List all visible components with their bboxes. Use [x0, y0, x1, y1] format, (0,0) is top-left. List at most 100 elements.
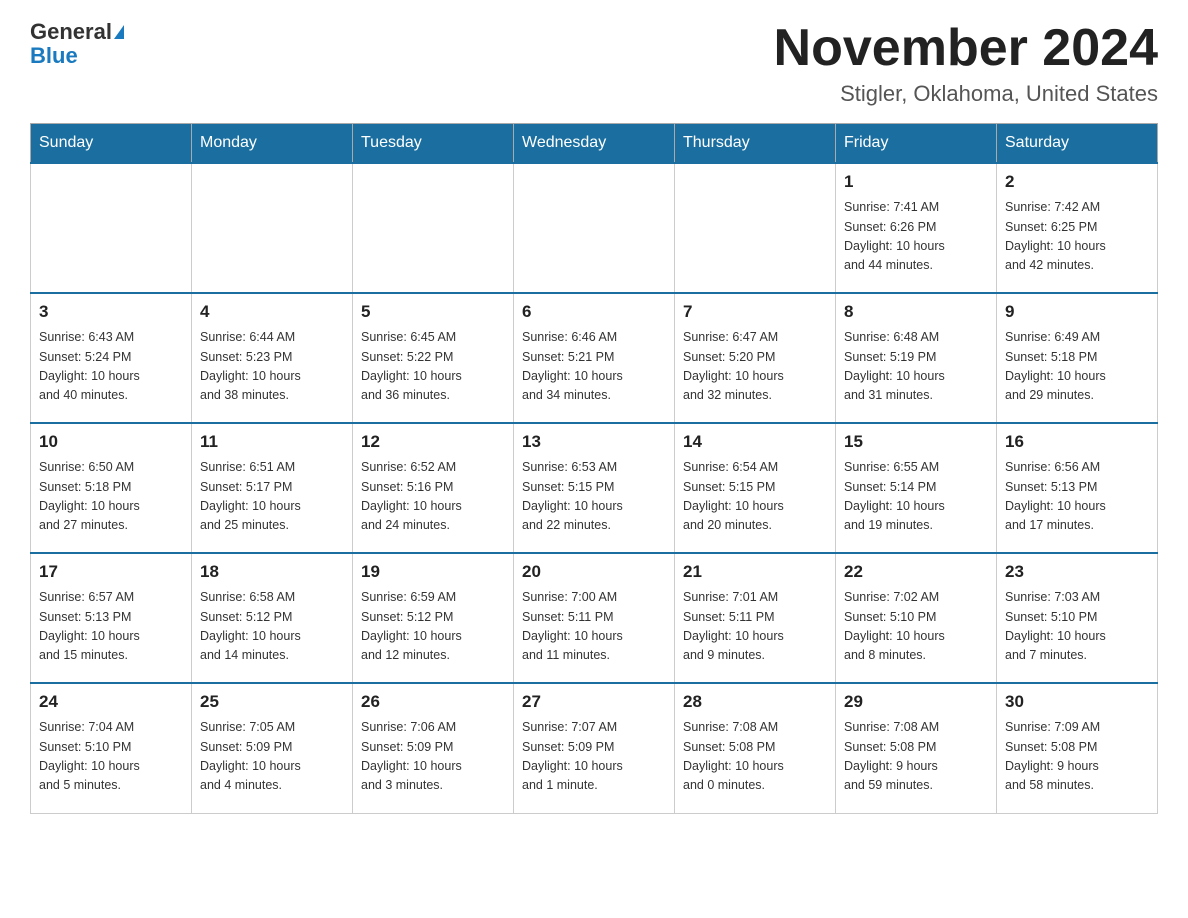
calendar-cell: 19 Sunrise: 6:59 AM Sunset: 5:12 PM Dayli… [353, 553, 514, 683]
day-number: 20 [522, 562, 666, 582]
week-row-4: 17 Sunrise: 6:57 AM Sunset: 5:13 PM Dayli… [31, 553, 1158, 683]
day-info: Sunrise: 7:01 AM Sunset: 5:11 PM Dayligh… [683, 588, 827, 666]
calendar-cell: 3 Sunrise: 6:43 AM Sunset: 5:24 PM Daylig… [31, 293, 192, 423]
calendar-table: SundayMondayTuesdayWednesdayThursdayFrid… [30, 123, 1158, 814]
calendar-cell: 7Sunrise: 6:47 AM Sunset: 5:20 PM Daylig… [675, 293, 836, 423]
day-info: Sunrise: 6:43 AM Sunset: 5:24 PM Dayligh… [39, 328, 183, 406]
day-info: Sunrise: 6:48 AM Sunset: 5:19 PM Dayligh… [844, 328, 988, 406]
day-info: Sunrise: 6:50 AM Sunset: 5:18 PM Dayligh… [39, 458, 183, 536]
day-info: Sunrise: 7:05 AM Sunset: 5:09 PM Dayligh… [200, 718, 344, 796]
week-row-3: 10 Sunrise: 6:50 AM Sunset: 5:18 PM Dayli… [31, 423, 1158, 553]
day-number: 16 [1005, 432, 1149, 452]
logo: General Blue [30, 20, 124, 68]
weekday-header-wednesday: Wednesday [514, 124, 675, 164]
day-info: Sunrise: 6:57 AM Sunset: 5:13 PM Dayligh… [39, 588, 183, 666]
calendar-cell: 5Sunrise: 6:45 AM Sunset: 5:22 PM Daylig… [353, 293, 514, 423]
calendar-cell: 16Sunrise: 6:56 AM Sunset: 5:13 PM Dayli… [997, 423, 1158, 553]
day-number: 11 [200, 432, 344, 452]
day-info: Sunrise: 7:07 AM Sunset: 5:09 PM Dayligh… [522, 718, 666, 796]
logo-blue: Blue [30, 44, 78, 68]
day-number: 10 [39, 432, 183, 452]
day-info: Sunrise: 6:49 AM Sunset: 5:18 PM Dayligh… [1005, 328, 1149, 406]
calendar-cell [31, 163, 192, 293]
day-info: Sunrise: 6:58 AM Sunset: 5:12 PM Dayligh… [200, 588, 344, 666]
day-number: 25 [200, 692, 344, 712]
calendar-cell: 26 Sunrise: 7:06 AM Sunset: 5:09 PM Dayli… [353, 683, 514, 813]
day-info: Sunrise: 6:55 AM Sunset: 5:14 PM Dayligh… [844, 458, 988, 536]
day-info: Sunrise: 6:46 AM Sunset: 5:21 PM Dayligh… [522, 328, 666, 406]
day-number: 23 [1005, 562, 1149, 582]
day-info: Sunrise: 7:02 AM Sunset: 5:10 PM Dayligh… [844, 588, 988, 666]
week-row-2: 3 Sunrise: 6:43 AM Sunset: 5:24 PM Daylig… [31, 293, 1158, 423]
day-number: 13 [522, 432, 666, 452]
logo-arrow-icon [114, 25, 124, 39]
weekday-header-friday: Friday [836, 124, 997, 164]
day-info: Sunrise: 7:00 AM Sunset: 5:11 PM Dayligh… [522, 588, 666, 666]
weekday-header-monday: Monday [192, 124, 353, 164]
day-info: Sunrise: 6:45 AM Sunset: 5:22 PM Dayligh… [361, 328, 505, 406]
day-number: 3 [39, 302, 183, 322]
week-row-5: 24 Sunrise: 7:04 AM Sunset: 5:10 PM Dayli… [31, 683, 1158, 813]
calendar-cell: 8 Sunrise: 6:48 AM Sunset: 5:19 PM Daylig… [836, 293, 997, 423]
day-number: 26 [361, 692, 505, 712]
calendar-cell: 28Sunrise: 7:08 AM Sunset: 5:08 PM Dayli… [675, 683, 836, 813]
calendar-cell: 15 Sunrise: 6:55 AM Sunset: 5:14 PM Dayli… [836, 423, 997, 553]
calendar-cell: 6Sunrise: 6:46 AM Sunset: 5:21 PM Daylig… [514, 293, 675, 423]
weekday-header-sunday: Sunday [31, 124, 192, 164]
day-number: 4 [200, 302, 344, 322]
calendar-cell: 25 Sunrise: 7:05 AM Sunset: 5:09 PM Dayli… [192, 683, 353, 813]
calendar-cell: 17 Sunrise: 6:57 AM Sunset: 5:13 PM Dayli… [31, 553, 192, 683]
day-info: Sunrise: 6:53 AM Sunset: 5:15 PM Dayligh… [522, 458, 666, 536]
calendar-cell: 9 Sunrise: 6:49 AM Sunset: 5:18 PM Daylig… [997, 293, 1158, 423]
location-subtitle: Stigler, Oklahoma, United States [774, 81, 1158, 107]
day-number: 30 [1005, 692, 1149, 712]
day-info: Sunrise: 7:04 AM Sunset: 5:10 PM Dayligh… [39, 718, 183, 796]
calendar-cell [675, 163, 836, 293]
day-info: Sunrise: 6:54 AM Sunset: 5:15 PM Dayligh… [683, 458, 827, 536]
day-number: 28 [683, 692, 827, 712]
weekday-header-thursday: Thursday [675, 124, 836, 164]
calendar-cell [353, 163, 514, 293]
calendar-cell: 12 Sunrise: 6:52 AM Sunset: 5:16 PM Dayli… [353, 423, 514, 553]
day-number: 17 [39, 562, 183, 582]
calendar-cell: 14 Sunrise: 6:54 AM Sunset: 5:15 PM Dayli… [675, 423, 836, 553]
calendar-cell [514, 163, 675, 293]
day-number: 15 [844, 432, 988, 452]
calendar-cell: 18 Sunrise: 6:58 AM Sunset: 5:12 PM Dayli… [192, 553, 353, 683]
calendar-cell: 24 Sunrise: 7:04 AM Sunset: 5:10 PM Dayli… [31, 683, 192, 813]
day-info: Sunrise: 6:52 AM Sunset: 5:16 PM Dayligh… [361, 458, 505, 536]
weekday-header-saturday: Saturday [997, 124, 1158, 164]
day-info: Sunrise: 6:51 AM Sunset: 5:17 PM Dayligh… [200, 458, 344, 536]
calendar-cell: 2Sunrise: 7:42 AM Sunset: 6:25 PM Daylig… [997, 163, 1158, 293]
day-number: 14 [683, 432, 827, 452]
calendar-cell: 1Sunrise: 7:41 AM Sunset: 6:26 PM Daylig… [836, 163, 997, 293]
day-number: 12 [361, 432, 505, 452]
header: General Blue November 2024 Stigler, Okla… [30, 20, 1158, 107]
calendar-cell: 13 Sunrise: 6:53 AM Sunset: 5:15 PM Dayli… [514, 423, 675, 553]
day-info: Sunrise: 6:47 AM Sunset: 5:20 PM Dayligh… [683, 328, 827, 406]
day-number: 24 [39, 692, 183, 712]
day-info: Sunrise: 7:41 AM Sunset: 6:26 PM Dayligh… [844, 198, 988, 276]
day-info: Sunrise: 7:09 AM Sunset: 5:08 PM Dayligh… [1005, 718, 1149, 796]
day-info: Sunrise: 7:06 AM Sunset: 5:09 PM Dayligh… [361, 718, 505, 796]
day-info: Sunrise: 6:44 AM Sunset: 5:23 PM Dayligh… [200, 328, 344, 406]
calendar-cell: 10 Sunrise: 6:50 AM Sunset: 5:18 PM Dayli… [31, 423, 192, 553]
day-number: 9 [1005, 302, 1149, 322]
weekday-header-row: SundayMondayTuesdayWednesdayThursdayFrid… [31, 124, 1158, 164]
calendar-cell: 27 Sunrise: 7:07 AM Sunset: 5:09 PM Dayli… [514, 683, 675, 813]
day-number: 18 [200, 562, 344, 582]
day-number: 19 [361, 562, 505, 582]
day-number: 22 [844, 562, 988, 582]
calendar-cell: 4 Sunrise: 6:44 AM Sunset: 5:23 PM Daylig… [192, 293, 353, 423]
day-number: 27 [522, 692, 666, 712]
calendar-cell: 11 Sunrise: 6:51 AM Sunset: 5:17 PM Dayli… [192, 423, 353, 553]
day-info: Sunrise: 6:59 AM Sunset: 5:12 PM Dayligh… [361, 588, 505, 666]
calendar-cell: 30 Sunrise: 7:09 AM Sunset: 5:08 PM Dayli… [997, 683, 1158, 813]
title-block: November 2024 Stigler, Oklahoma, United … [774, 20, 1158, 107]
month-title: November 2024 [774, 20, 1158, 77]
calendar-cell: 21Sunrise: 7:01 AM Sunset: 5:11 PM Dayli… [675, 553, 836, 683]
week-row-1: 1Sunrise: 7:41 AM Sunset: 6:26 PM Daylig… [31, 163, 1158, 293]
day-info: Sunrise: 7:08 AM Sunset: 5:08 PM Dayligh… [844, 718, 988, 796]
day-number: 8 [844, 302, 988, 322]
weekday-header-tuesday: Tuesday [353, 124, 514, 164]
